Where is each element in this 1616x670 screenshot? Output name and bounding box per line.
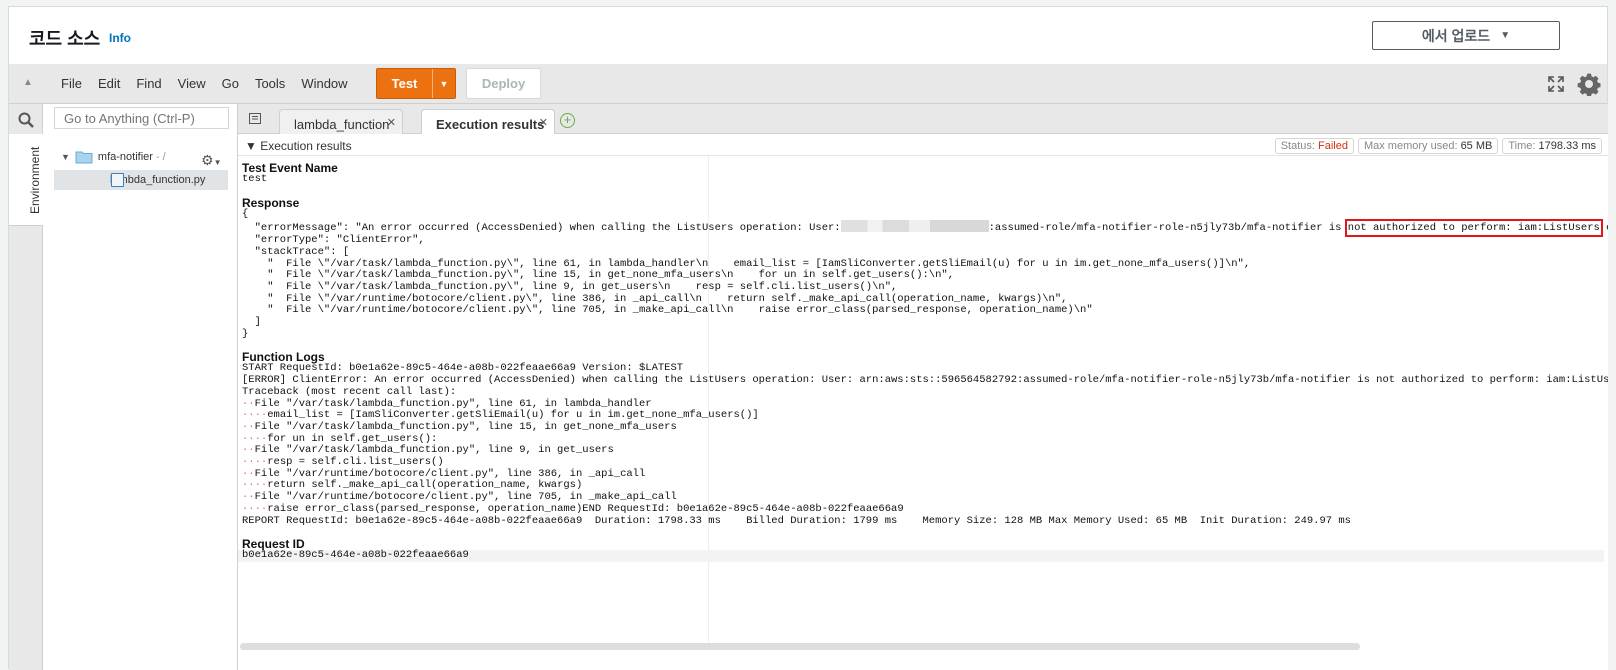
file-lambda-function-py[interactable]: lambda_function.py [54,170,228,190]
folder-name: mfa-notifier [97,151,153,163]
menu-go[interactable]: Go [214,76,247,91]
test-button[interactable]: Test ▼ [376,68,456,99]
ide-menubar: ▲ File Edit Find View Go Tools Window Te… [9,64,1607,104]
environment-tab[interactable]: Environment [9,134,43,226]
menu: File Edit Find View Go Tools Window [53,76,356,91]
request-id-value[interactable]: b0e1a62e-89c5-464e-a08b-022feaae66a9 [238,550,1604,562]
response-line: " File \"/var/task/lambda_function.py\",… [242,257,1251,270]
gear-icon[interactable] [1577,72,1601,96]
close-icon[interactable]: ✕ [539,116,548,129]
log-line: START RequestId: b0e1a62e-89c5-464e-a08b… [242,362,684,375]
highlighted-error: not authorized to perform: iam:ListUsers [1344,219,1603,238]
log-line: ····raise error_class(parsed_response, o… [242,502,904,515]
error-message-line: "errorMessage": "An error occurred (Acce… [242,219,1608,238]
tab-list-icon[interactable] [249,113,261,124]
execution-results-content: ▼ Execution results Status: Failed Max m… [238,134,1608,670]
log-line: ··File "/var/runtime/botocore/client.py"… [242,467,646,480]
log-line: ··File "/var/task/lambda_function.py", l… [242,397,652,410]
log-line: ··File "/var/task/lambda_function.py", l… [242,444,614,457]
collapse-up-icon[interactable]: ▲ [23,77,33,88]
response-line: " File \"/var/task/lambda_function.py\",… [242,269,955,282]
test-event-heading: Test Event Name [242,161,338,175]
time-badge: Time: 1798.33 ms [1502,138,1602,154]
horizontal-scrollbar[interactable] [240,643,1360,650]
status-badge: Status: Failed [1274,138,1354,154]
response-heading: Response [242,195,300,210]
menu-tools[interactable]: Tools [247,76,293,91]
file-tree-panel: ▼ mfa-notifier - / ⚙▼ lambda_function.py [43,104,238,670]
test-button-label: Test [391,76,418,91]
menu-view[interactable]: View [170,76,214,91]
deploy-button[interactable]: Deploy [466,68,541,99]
memory-badge: Max memory used: 65 MB [1357,138,1499,154]
report-line: REPORT RequestId: b0e1a62e-89c5-464e-a08… [242,514,1351,527]
tab-label: Execution results [436,117,545,132]
test-event-value: test [242,173,268,185]
panel-header: 코드 소스 Info 에서 업로드 ▼ [9,7,1607,65]
add-tab-icon[interactable]: + [560,113,575,128]
menu-find[interactable]: Find [128,76,169,91]
folder-mfa-notifier[interactable]: ▼ mfa-notifier - / [61,150,166,164]
file-name: lambda_function.py [110,174,206,186]
response-line: "stackTrace": [ [242,245,350,258]
python-file-icon [111,173,124,187]
tab-label: lambda_function [294,117,390,132]
redacted-account [840,220,989,233]
log-line: Traceback (most recent call last): [242,385,457,398]
results-header: ▼ Execution results Status: Failed Max m… [238,134,1608,156]
response-line: " File \"/var/runtime/botocore/client.py… [242,292,1068,305]
log-line: ····email_list = [IamSliConverter.getSli… [242,409,759,422]
upload-from-label: 에서 업로드 [1421,27,1491,44]
status-value: Failed [1318,140,1348,152]
test-dropdown-icon[interactable]: ▼ [432,69,455,98]
info-link[interactable]: Info [109,31,131,45]
page-title: 코드 소스 [29,29,101,49]
menu-edit[interactable]: Edit [90,76,128,91]
tab-lambda-function[interactable]: lambda_function ✕ [279,109,403,135]
log-line: ····return self._make_api_call(operation… [242,479,583,492]
response-line: "errorType": "ClientError", [242,234,425,247]
results-section-toggle[interactable]: ▼ Execution results [245,139,352,153]
response-line: ] [242,316,261,329]
response-line: } [242,327,249,340]
results-output: Test Event Name test Response{ "errorMess… [238,161,1608,562]
tree-settings-gear-icon[interactable]: ⚙▼ [201,152,221,169]
search-icon[interactable] [18,112,34,128]
environment-tab-label: Environment [28,146,42,214]
menu-file[interactable]: File [53,76,90,91]
editor-tab-strip: lambda_function ✕ Execution results ✕ + [238,104,1608,135]
log-line: ··File "/var/task/lambda_function.py", l… [242,420,677,433]
code-source-panel: 코드 소스 Info 에서 업로드 ▼ ▲ File Edit Find Vie… [8,6,1608,670]
memory-value: 65 MB [1460,140,1493,152]
go-to-anything-input[interactable] [54,107,229,129]
folder-path: - / [155,151,166,163]
results-section-label: Execution results [260,139,352,153]
response-line: " File \"/var/task/lambda_function.py\",… [242,280,898,293]
upload-from-button[interactable]: 에서 업로드 ▼ [1372,21,1560,50]
log-line: ··File "/var/runtime/botocore/client.py"… [242,491,677,504]
response-line: " File \"/var/runtime/botocore/client.py… [242,304,1093,317]
menu-window[interactable]: Window [293,76,355,91]
log-line: [ERROR] ClientError: An error occurred (… [242,374,1608,387]
log-line: ····for un in self.get_users(): [242,432,438,445]
close-icon[interactable]: ✕ [387,116,396,129]
tab-execution-results[interactable]: Execution results ✕ [421,109,555,135]
expand-triangle-icon[interactable]: ▼ [61,152,70,162]
left-rail: Environment [9,104,43,670]
status-pills: Status: Failed Max memory used: 65 MB Ti… [1274,138,1602,154]
folder-icon [75,151,93,164]
fullscreen-icon[interactable] [1547,75,1565,93]
caret-down-icon: ▼ [1500,30,1511,41]
time-value: 1798.33 ms [1538,140,1596,152]
log-line: ····resp = self.cli.list_users() [242,456,444,469]
